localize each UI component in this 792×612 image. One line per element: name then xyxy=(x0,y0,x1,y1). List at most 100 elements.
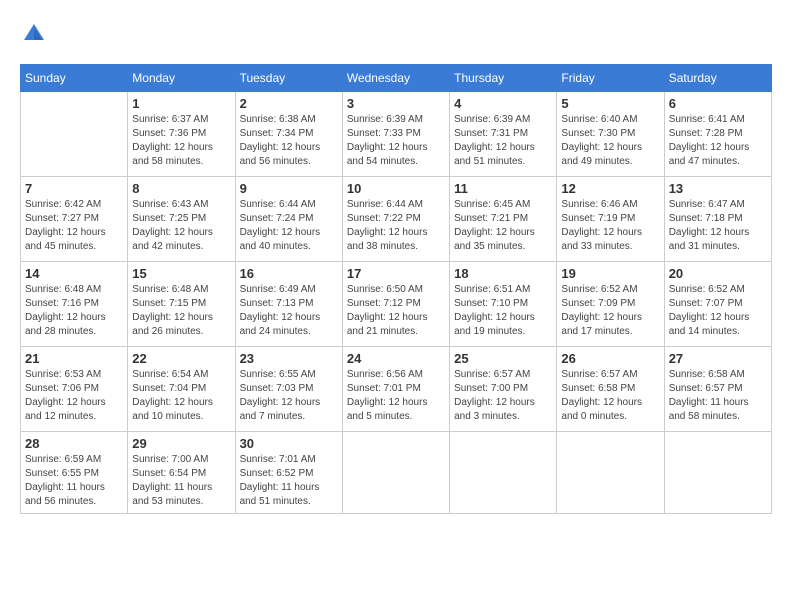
day-info: Sunrise: 6:40 AMSunset: 7:30 PMDaylight:… xyxy=(561,113,659,169)
calendar: SundayMondayTuesdayWednesdayThursdayFrid… xyxy=(20,64,772,514)
day-number: 24 xyxy=(347,351,445,366)
calendar-cell xyxy=(21,92,128,177)
day-number: 30 xyxy=(240,436,338,451)
calendar-cell: 28 Sunrise: 6:59 AMSunset: 6:55 PMDayligh… xyxy=(21,432,128,514)
logo-icon xyxy=(20,20,48,48)
day-number: 16 xyxy=(240,266,338,281)
weekday-header-thursday: Thursday xyxy=(450,65,557,92)
day-number: 19 xyxy=(561,266,659,281)
calendar-cell: 26Sunrise: 6:57 AMSunset: 6:58 PMDayligh… xyxy=(557,347,664,432)
day-info: Sunrise: 6:56 AMSunset: 7:01 PMDaylight:… xyxy=(347,368,445,424)
day-number: 17 xyxy=(347,266,445,281)
calendar-cell: 11 Sunrise: 6:45 AMSunset: 7:21 PMDayligh… xyxy=(450,177,557,262)
day-info: Sunrise: 6:50 AMSunset: 7:12 PMDaylight:… xyxy=(347,283,445,339)
calendar-cell: 23 Sunrise: 6:55 AMSunset: 7:03 PMDayligh… xyxy=(235,347,342,432)
day-number: 13 xyxy=(669,181,767,196)
weekday-header-saturday: Saturday xyxy=(664,65,771,92)
day-info: Sunrise: 7:01 AMSunset: 6:52 PMDaylight:… xyxy=(240,453,338,509)
day-number: 26 xyxy=(561,351,659,366)
calendar-cell: 19Sunrise: 6:52 AMSunset: 7:09 PMDayligh… xyxy=(557,262,664,347)
day-info: Sunrise: 6:46 AMSunset: 7:19 PMDaylight:… xyxy=(561,198,659,254)
calendar-cell: 2 Sunrise: 6:38 AMSunset: 7:34 PMDaylight… xyxy=(235,92,342,177)
day-number: 7 xyxy=(25,181,123,196)
calendar-cell xyxy=(557,432,664,514)
day-info: Sunrise: 6:42 AMSunset: 7:27 PMDaylight:… xyxy=(25,198,123,254)
weekday-header-monday: Monday xyxy=(128,65,235,92)
calendar-cell: 5 Sunrise: 6:40 AMSunset: 7:30 PMDaylight… xyxy=(557,92,664,177)
day-info: Sunrise: 6:38 AMSunset: 7:34 PMDaylight:… xyxy=(240,113,338,169)
day-info: Sunrise: 6:44 AMSunset: 7:22 PMDaylight:… xyxy=(347,198,445,254)
calendar-week-3: 14 Sunrise: 6:48 AMSunset: 7:16 PMDayligh… xyxy=(21,262,772,347)
day-number: 8 xyxy=(132,181,230,196)
day-info: Sunrise: 6:43 AMSunset: 7:25 PMDaylight:… xyxy=(132,198,230,254)
day-number: 25 xyxy=(454,351,552,366)
day-number: 22 xyxy=(132,351,230,366)
calendar-cell: 15Sunrise: 6:48 AMSunset: 7:15 PMDayligh… xyxy=(128,262,235,347)
day-info: Sunrise: 6:44 AMSunset: 7:24 PMDaylight:… xyxy=(240,198,338,254)
day-number: 9 xyxy=(240,181,338,196)
calendar-cell: 17 Sunrise: 6:50 AMSunset: 7:12 PMDayligh… xyxy=(342,262,449,347)
day-info: Sunrise: 6:47 AMSunset: 7:18 PMDaylight:… xyxy=(669,198,767,254)
calendar-cell: 3 Sunrise: 6:39 AMSunset: 7:33 PMDaylight… xyxy=(342,92,449,177)
calendar-cell: 9 Sunrise: 6:44 AMSunset: 7:24 PMDaylight… xyxy=(235,177,342,262)
day-number: 28 xyxy=(25,436,123,451)
day-number: 1 xyxy=(132,96,230,111)
day-number: 29 xyxy=(132,436,230,451)
calendar-cell: 30 Sunrise: 7:01 AMSunset: 6:52 PMDayligh… xyxy=(235,432,342,514)
calendar-cell: 29 Sunrise: 7:00 AMSunset: 6:54 PMDayligh… xyxy=(128,432,235,514)
calendar-week-2: 7 Sunrise: 6:42 AMSunset: 7:27 PMDaylight… xyxy=(21,177,772,262)
calendar-cell: 12Sunrise: 6:46 AMSunset: 7:19 PMDayligh… xyxy=(557,177,664,262)
day-number: 21 xyxy=(25,351,123,366)
calendar-cell: 1 Sunrise: 6:37 AMSunset: 7:36 PMDaylight… xyxy=(128,92,235,177)
day-info: Sunrise: 6:54 AMSunset: 7:04 PMDaylight:… xyxy=(132,368,230,424)
day-number: 2 xyxy=(240,96,338,111)
day-number: 27 xyxy=(669,351,767,366)
calendar-week-5: 28 Sunrise: 6:59 AMSunset: 6:55 PMDayligh… xyxy=(21,432,772,514)
weekday-header-wednesday: Wednesday xyxy=(342,65,449,92)
calendar-cell: 14 Sunrise: 6:48 AMSunset: 7:16 PMDayligh… xyxy=(21,262,128,347)
calendar-cell: 21Sunrise: 6:53 AMSunset: 7:06 PMDayligh… xyxy=(21,347,128,432)
page-header xyxy=(20,20,772,48)
day-info: Sunrise: 6:59 AMSunset: 6:55 PMDaylight:… xyxy=(25,453,123,509)
calendar-cell: 13 Sunrise: 6:47 AMSunset: 7:18 PMDayligh… xyxy=(664,177,771,262)
day-info: Sunrise: 6:48 AMSunset: 7:16 PMDaylight:… xyxy=(25,283,123,339)
day-number: 3 xyxy=(347,96,445,111)
calendar-cell xyxy=(450,432,557,514)
day-number: 20 xyxy=(669,266,767,281)
weekday-header-friday: Friday xyxy=(557,65,664,92)
calendar-cell: 16 Sunrise: 6:49 AMSunset: 7:13 PMDayligh… xyxy=(235,262,342,347)
calendar-cell: 24 Sunrise: 6:56 AMSunset: 7:01 PMDayligh… xyxy=(342,347,449,432)
day-number: 11 xyxy=(454,181,552,196)
calendar-cell: 4 Sunrise: 6:39 AMSunset: 7:31 PMDaylight… xyxy=(450,92,557,177)
day-info: Sunrise: 6:45 AMSunset: 7:21 PMDaylight:… xyxy=(454,198,552,254)
day-info: Sunrise: 6:48 AMSunset: 7:15 PMDaylight:… xyxy=(132,283,230,339)
calendar-week-1: 1 Sunrise: 6:37 AMSunset: 7:36 PMDaylight… xyxy=(21,92,772,177)
day-info: Sunrise: 6:39 AMSunset: 7:31 PMDaylight:… xyxy=(454,113,552,169)
calendar-cell: 10Sunrise: 6:44 AMSunset: 7:22 PMDayligh… xyxy=(342,177,449,262)
day-info: Sunrise: 7:00 AMSunset: 6:54 PMDaylight:… xyxy=(132,453,230,509)
day-info: Sunrise: 6:37 AMSunset: 7:36 PMDaylight:… xyxy=(132,113,230,169)
day-number: 14 xyxy=(25,266,123,281)
calendar-cell xyxy=(664,432,771,514)
day-info: Sunrise: 6:51 AMSunset: 7:10 PMDaylight:… xyxy=(454,283,552,339)
day-info: Sunrise: 6:58 AMSunset: 6:57 PMDaylight:… xyxy=(669,368,767,424)
day-number: 18 xyxy=(454,266,552,281)
calendar-week-4: 21Sunrise: 6:53 AMSunset: 7:06 PMDayligh… xyxy=(21,347,772,432)
day-info: Sunrise: 6:49 AMSunset: 7:13 PMDaylight:… xyxy=(240,283,338,339)
calendar-header-row: SundayMondayTuesdayWednesdayThursdayFrid… xyxy=(21,65,772,92)
day-number: 4 xyxy=(454,96,552,111)
calendar-cell: 20 Sunrise: 6:52 AMSunset: 7:07 PMDayligh… xyxy=(664,262,771,347)
weekday-header-sunday: Sunday xyxy=(21,65,128,92)
calendar-cell xyxy=(342,432,449,514)
day-info: Sunrise: 6:41 AMSunset: 7:28 PMDaylight:… xyxy=(669,113,767,169)
calendar-cell: 27 Sunrise: 6:58 AMSunset: 6:57 PMDayligh… xyxy=(664,347,771,432)
day-info: Sunrise: 6:52 AMSunset: 7:07 PMDaylight:… xyxy=(669,283,767,339)
day-info: Sunrise: 6:55 AMSunset: 7:03 PMDaylight:… xyxy=(240,368,338,424)
day-number: 5 xyxy=(561,96,659,111)
calendar-cell: 8 Sunrise: 6:43 AMSunset: 7:25 PMDaylight… xyxy=(128,177,235,262)
calendar-cell: 6 Sunrise: 6:41 AMSunset: 7:28 PMDaylight… xyxy=(664,92,771,177)
day-info: Sunrise: 6:39 AMSunset: 7:33 PMDaylight:… xyxy=(347,113,445,169)
day-number: 23 xyxy=(240,351,338,366)
weekday-header-tuesday: Tuesday xyxy=(235,65,342,92)
day-number: 6 xyxy=(669,96,767,111)
